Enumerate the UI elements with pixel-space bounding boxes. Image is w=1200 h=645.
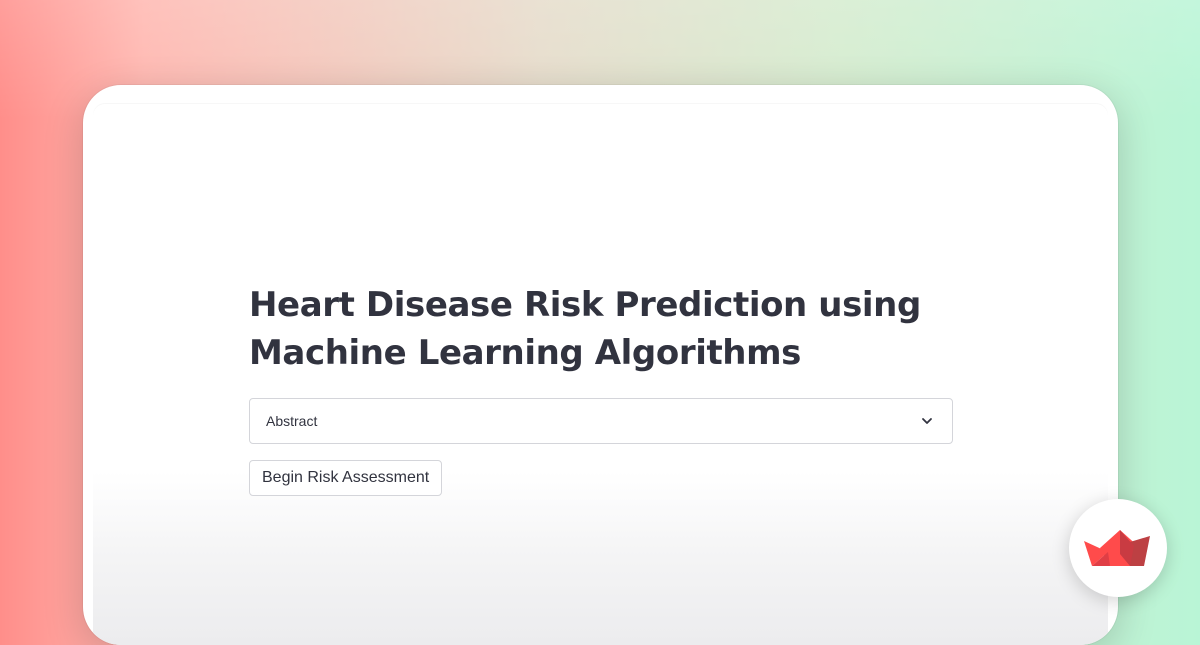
main-content: Heart Disease Risk Prediction using Mach… (249, 281, 953, 496)
streamlit-logo-icon (1084, 530, 1150, 566)
selectbox-value: Abstract (266, 413, 318, 429)
streamlit-logo-badge (1069, 499, 1167, 597)
chevron-down-icon (918, 412, 936, 430)
page-title: Heart Disease Risk Prediction using Mach… (249, 285, 921, 373)
app-viewport: Heart Disease Risk Prediction using Mach… (93, 103, 1108, 645)
app-window: Heart Disease Risk Prediction using Mach… (83, 85, 1118, 645)
begin-risk-assessment-button[interactable]: Begin Risk Assessment (249, 460, 443, 496)
section-selectbox[interactable]: Abstract (249, 398, 953, 444)
